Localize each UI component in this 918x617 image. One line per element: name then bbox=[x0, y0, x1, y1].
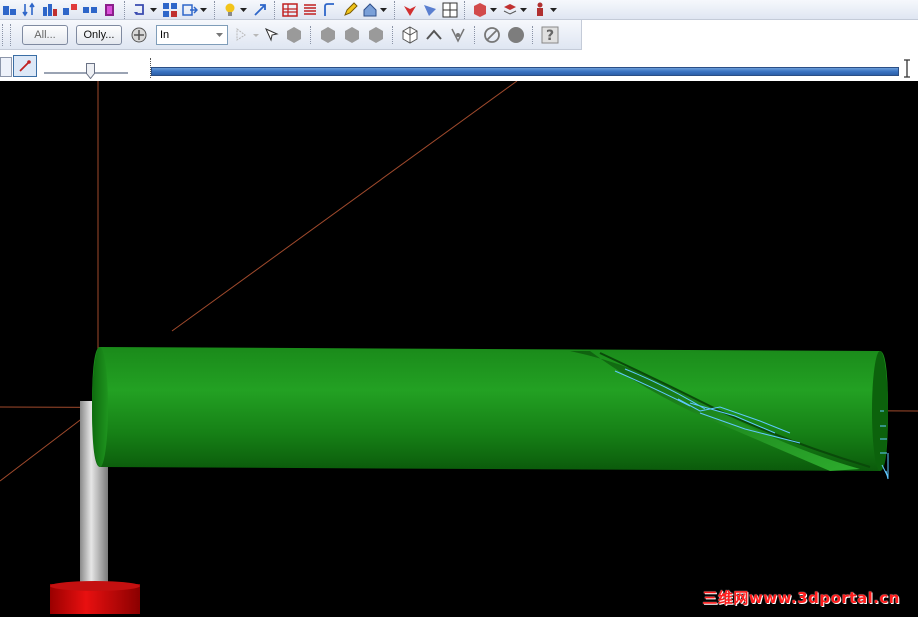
toolbar-separator bbox=[394, 0, 396, 19]
chevron-down-icon[interactable] bbox=[200, 2, 207, 18]
vertex-select-icon[interactable] bbox=[449, 26, 467, 44]
face-select-icon[interactable] bbox=[319, 26, 337, 44]
wand-icon bbox=[19, 60, 31, 72]
select-only-button[interactable]: Only... bbox=[76, 24, 122, 45]
export-icon[interactable] bbox=[182, 2, 198, 18]
units-select[interactable]: In bbox=[156, 24, 228, 45]
wireframe-cube-icon[interactable] bbox=[401, 25, 419, 44]
select-box-icon[interactable] bbox=[234, 27, 260, 43]
chevron-down-icon[interactable] bbox=[213, 29, 225, 41]
toolbar-empty-area bbox=[582, 20, 918, 50]
chevron-down-icon[interactable] bbox=[150, 2, 157, 18]
watermark: 三维网www.3dportal.cn bbox=[702, 589, 900, 607]
toolbar-row-selection: All... Only... In ? bbox=[0, 20, 582, 50]
solid-select-icon[interactable] bbox=[285, 26, 303, 44]
chevron-down-icon[interactable] bbox=[380, 2, 387, 18]
graphics-viewport[interactable]: 三维网www.3dportal.cn bbox=[0, 80, 918, 614]
toolbar-separator bbox=[474, 25, 476, 44]
chevron-down-icon[interactable] bbox=[240, 2, 247, 18]
align-left-icon[interactable] bbox=[2, 2, 18, 18]
help-icon[interactable]: ? bbox=[541, 26, 559, 44]
toolbar-row-simulation bbox=[0, 50, 918, 81]
pair-icon[interactable] bbox=[82, 2, 98, 18]
stack-icon[interactable] bbox=[102, 2, 118, 18]
simulation-mode-button[interactable] bbox=[13, 55, 37, 77]
rows-icon[interactable] bbox=[302, 2, 318, 18]
svg-text:?: ? bbox=[546, 28, 554, 44]
cube-red-icon[interactable] bbox=[472, 2, 488, 18]
chevron-down-icon[interactable] bbox=[550, 2, 557, 18]
resize-icon[interactable] bbox=[252, 2, 268, 18]
simulation-progress-bar[interactable] bbox=[151, 67, 899, 76]
house-icon[interactable] bbox=[362, 2, 378, 18]
rotate-icon[interactable] bbox=[132, 2, 148, 18]
stock-cylinder[interactable] bbox=[92, 347, 888, 471]
tool-blue-icon[interactable] bbox=[422, 2, 438, 18]
lightbulb-icon[interactable] bbox=[222, 2, 238, 18]
toolbar-separator bbox=[274, 0, 276, 19]
pointer-select-icon[interactable] bbox=[264, 27, 280, 43]
edge-select-icon[interactable] bbox=[425, 26, 443, 44]
view-mode-button[interactable] bbox=[0, 57, 12, 77]
timeline-end-marker[interactable] bbox=[902, 59, 912, 79]
toolbar-row-top bbox=[0, 0, 918, 20]
speed-slider-thumb[interactable] bbox=[86, 63, 95, 79]
surface-select-icon[interactable] bbox=[367, 26, 385, 44]
sort-icon[interactable] bbox=[22, 2, 38, 18]
layers-icon[interactable] bbox=[502, 2, 518, 18]
grid-icon[interactable] bbox=[162, 2, 178, 18]
figure-icon[interactable] bbox=[532, 2, 548, 18]
toolbar-separator bbox=[392, 25, 394, 44]
toolbar-separator bbox=[124, 0, 126, 19]
chevron-down-icon[interactable] bbox=[490, 2, 497, 18]
link-objects-icon[interactable] bbox=[62, 2, 78, 18]
tool-red-icon[interactable] bbox=[402, 2, 418, 18]
units-select-value: In bbox=[160, 28, 170, 41]
toolbar-separator bbox=[532, 25, 534, 44]
table-icon[interactable] bbox=[282, 2, 298, 18]
toolbar-separator bbox=[310, 25, 312, 44]
select-all-button[interactable]: All... bbox=[22, 24, 68, 45]
window-grid-icon[interactable] bbox=[442, 2, 458, 18]
bar-group-icon[interactable] bbox=[42, 2, 58, 18]
scene-canvas bbox=[0, 80, 918, 614]
selection-filter-icon[interactable] bbox=[128, 24, 150, 46]
body-select-icon[interactable] bbox=[343, 26, 361, 44]
toolbar-separator bbox=[214, 0, 216, 19]
toolbar-grip bbox=[2, 23, 4, 46]
pencil-icon[interactable] bbox=[342, 1, 358, 18]
chevron-down-icon[interactable] bbox=[520, 2, 527, 18]
sphere-select-icon[interactable] bbox=[507, 26, 525, 44]
no-selection-icon[interactable] bbox=[483, 26, 501, 44]
curve-icon[interactable] bbox=[322, 2, 338, 18]
toolbar-grip bbox=[10, 23, 12, 46]
toolbar-separator bbox=[464, 0, 466, 19]
